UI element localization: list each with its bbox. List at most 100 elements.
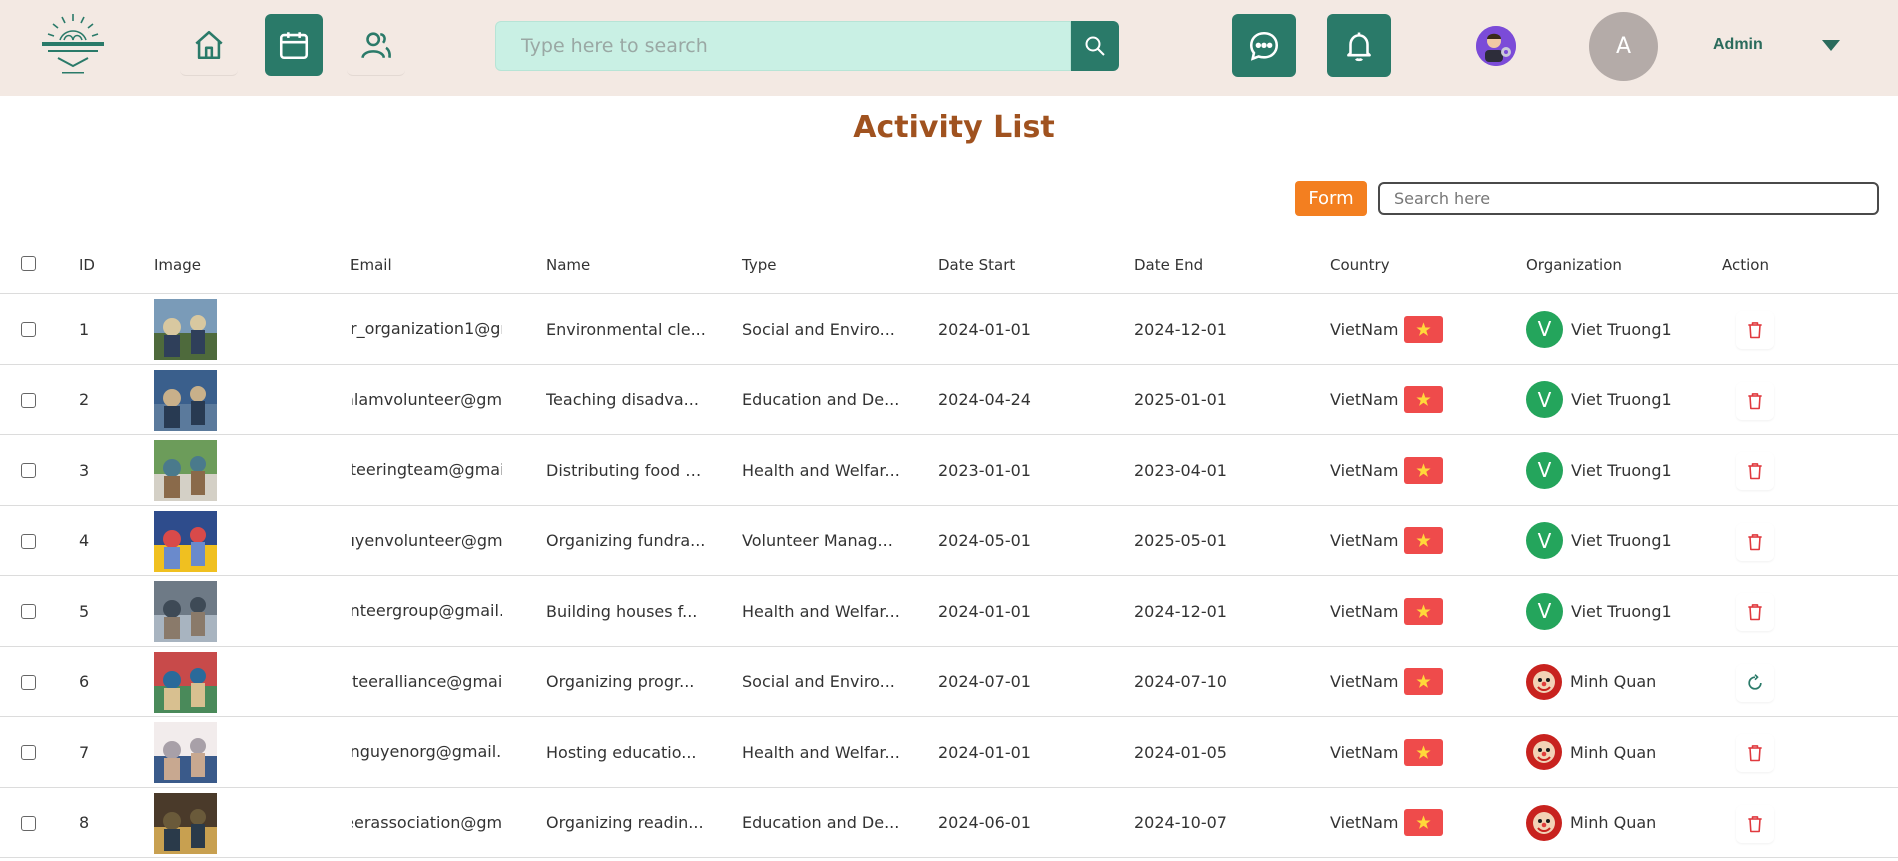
activity-image[interactable] [154, 299, 217, 360]
activity-photo-icon [154, 440, 217, 501]
organization-name: Viet Truong1 [1571, 531, 1672, 550]
users-nav-button[interactable] [347, 14, 405, 76]
user-menu-caret-icon[interactable] [1822, 40, 1840, 51]
delete-button[interactable] [1736, 523, 1774, 561]
column-header-date-start[interactable]: Date Start [938, 256, 1015, 274]
row-checkbox[interactable] [21, 815, 36, 831]
refresh-icon [1748, 673, 1762, 690]
organization-avatar-icon [1526, 734, 1562, 770]
table-row[interactable]: 3 volunteeringteam@gmail.com Distributin… [0, 435, 1898, 506]
organization-name: Viet Truong1 [1571, 601, 1672, 621]
row-type: Social and Enviro... [742, 319, 895, 339]
delete-button[interactable] [1736, 382, 1774, 420]
row-type: Health and Welfar... [742, 742, 900, 762]
table-row[interactable]: 8 volunteerassociation@gmail.com Organiz… [0, 788, 1898, 858]
vietnam-flag-icon [1403, 386, 1443, 413]
table-row[interactable]: 7 tinhnguyenorg@gmail.com Hosting educat… [0, 717, 1898, 788]
column-header-organization[interactable]: Organization [1526, 256, 1622, 274]
row-checkbox[interactable] [21, 674, 36, 690]
user-avatar[interactable]: A [1589, 12, 1658, 81]
activity-image[interactable] [154, 792, 217, 854]
activity-search-input[interactable] [1378, 182, 1879, 215]
row-name: Distributing food t... [546, 460, 706, 480]
organization-name: Viet Truong1 [1571, 390, 1672, 409]
activity-image[interactable] [154, 651, 217, 713]
column-header-name[interactable]: Name [546, 256, 590, 274]
trash-icon [1748, 604, 1762, 621]
global-search-button[interactable] [1071, 21, 1119, 71]
delete-button[interactable] [1736, 734, 1774, 772]
column-header-action[interactable]: Action [1722, 256, 1769, 274]
column-header-image[interactable]: Image [154, 256, 201, 274]
delete-button[interactable] [1736, 452, 1774, 490]
table-row[interactable]: 6 volunteeralliance@gmail.com Organizing… [0, 647, 1898, 717]
row-date-end: 2025-01-01 [1134, 390, 1227, 409]
user-name[interactable]: Admin [1713, 36, 1763, 54]
country-name: VietNam [1330, 531, 1399, 550]
organization-name: Minh Quan [1570, 742, 1657, 762]
country-name: VietNam [1330, 742, 1399, 762]
activity-photo-icon [154, 369, 217, 431]
vietnam-flag-icon [1403, 738, 1443, 766]
row-type: Education and De... [742, 813, 900, 832]
row-checkbox[interactable] [21, 392, 36, 408]
table-row[interactable]: 4 tinhnguyenvolunteer@gmail.com Organizi… [0, 506, 1898, 576]
activity-photo-icon [154, 581, 217, 642]
column-header-type[interactable]: Type [742, 256, 776, 274]
restore-button[interactable] [1736, 664, 1774, 702]
organization-avatar [1526, 663, 1562, 700]
form-button[interactable]: Form [1295, 181, 1367, 216]
top-bar: A Admin [0, 0, 1898, 96]
delete-button[interactable] [1736, 593, 1774, 631]
row-country: VietNam [1330, 435, 1443, 505]
page-title: Activity List [853, 110, 1055, 145]
column-header-email[interactable]: Email [350, 256, 392, 274]
delete-button[interactable] [1736, 311, 1774, 349]
row-checkbox[interactable] [21, 463, 36, 478]
table-row[interactable]: 2 nguyenlamvolunteer@gmail.com Teaching … [0, 365, 1898, 435]
row-type: Health and Welfar... [742, 601, 900, 621]
row-date-end: 2023-04-01 [1134, 460, 1227, 480]
messages-button[interactable] [1232, 14, 1296, 77]
select-all-checkbox[interactable] [21, 256, 36, 271]
calendar-nav-button[interactable] [265, 14, 323, 76]
organization-initial-badge: V [1526, 592, 1563, 630]
logo[interactable] [36, 10, 110, 84]
activity-image[interactable] [154, 722, 217, 783]
delete-button[interactable] [1736, 805, 1774, 843]
activity-photo-icon [154, 299, 217, 360]
table-body: 1 volunteer_organization1@gmail.com Envi… [0, 294, 1898, 858]
country-name: VietNam [1330, 813, 1399, 832]
row-country: VietNam [1330, 506, 1443, 576]
trash-icon [1748, 463, 1762, 480]
row-checkbox[interactable] [21, 322, 36, 337]
row-country: VietNam [1330, 294, 1443, 364]
activity-image[interactable] [154, 581, 217, 642]
activity-photo-icon [154, 510, 217, 572]
organization-avatar [1526, 734, 1562, 770]
row-checkbox[interactable] [21, 533, 36, 549]
global-search-input[interactable] [495, 21, 1071, 71]
organization-avatar-icon [1526, 663, 1562, 700]
row-name: Building houses f... [546, 601, 698, 621]
country-name: VietNam [1330, 390, 1399, 409]
notifications-button[interactable] [1327, 14, 1391, 77]
organization-avatar [1526, 804, 1562, 841]
row-email: volunteeringteam@gmail.com [352, 460, 502, 479]
organization-name: Minh Quan [1570, 813, 1657, 832]
activity-image[interactable] [154, 440, 217, 501]
home-nav-button[interactable] [180, 14, 238, 76]
activity-image[interactable] [154, 510, 217, 572]
column-header-id[interactable]: ID [79, 256, 95, 274]
table-row[interactable]: 1 volunteer_organization1@gmail.com Envi… [0, 294, 1898, 365]
row-country: VietNam [1330, 365, 1443, 435]
assistant-bot-icon[interactable] [1476, 26, 1516, 66]
row-checkbox[interactable] [21, 745, 36, 760]
column-header-country[interactable]: Country [1330, 256, 1390, 274]
column-header-date-end[interactable]: Date End [1134, 256, 1203, 274]
row-checkbox[interactable] [21, 604, 36, 619]
row-email: volunteerassociation@gmail.com [352, 812, 502, 832]
table-row[interactable]: 5 volunteergroup@gmail.com Building hous… [0, 576, 1898, 647]
activity-image[interactable] [154, 369, 217, 431]
row-organization: V Viet Truong1 [1526, 506, 1672, 576]
